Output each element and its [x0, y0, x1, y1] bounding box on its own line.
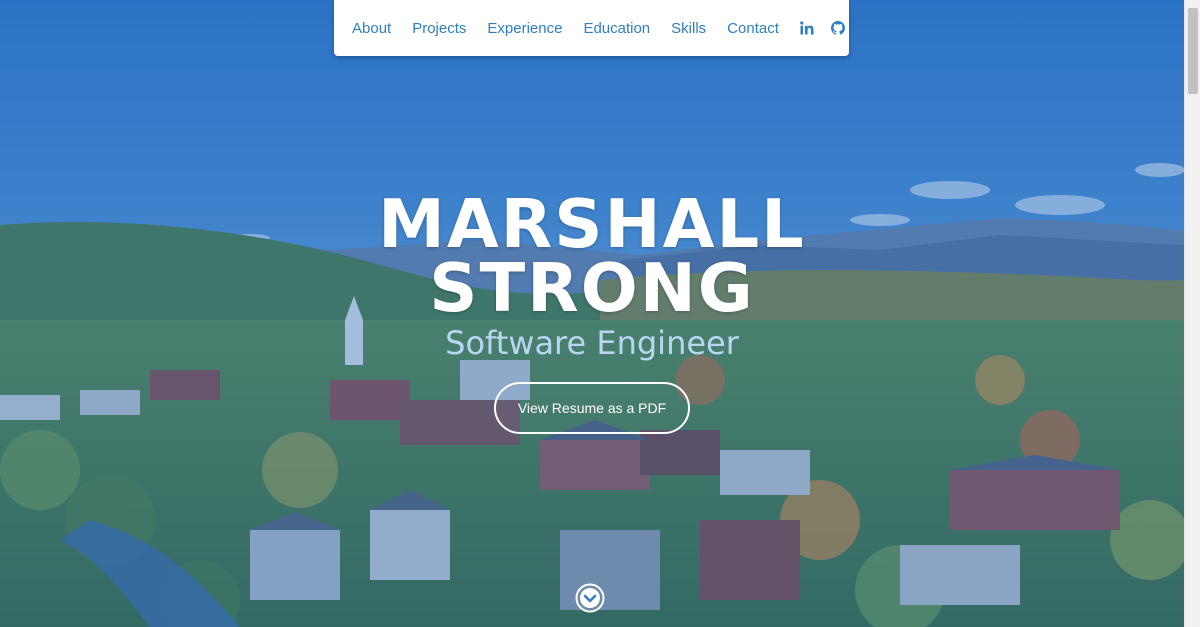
scrollbar-thumb[interactable]	[1188, 8, 1198, 94]
page-scrollbar[interactable]	[1184, 0, 1200, 627]
hero-name-last: STRONG	[429, 249, 755, 327]
github-icon[interactable]	[830, 20, 845, 36]
hero-subtitle: Software Engineer	[445, 324, 739, 362]
top-navbar: About Projects Experience Education Skil…	[334, 0, 849, 56]
nav-link-contact[interactable]: Contact	[727, 20, 779, 37]
nav-link-about[interactable]: About	[352, 20, 391, 37]
linkedin-icon[interactable]	[800, 20, 814, 36]
nav-link-experience[interactable]: Experience	[487, 20, 562, 37]
nav-link-education[interactable]: Education	[583, 20, 650, 37]
hero-name-first: MARSHALL	[378, 185, 806, 263]
hero-section: MARSHALL STRONG Software Engineer View R…	[0, 185, 1184, 434]
nav-link-projects[interactable]: Projects	[412, 20, 466, 37]
page: About Projects Experience Education Skil…	[0, 0, 1200, 627]
hero-name: MARSHALL STRONG	[0, 185, 1184, 327]
nav-link-skills[interactable]: Skills	[671, 20, 706, 37]
chevron-down-circle-icon[interactable]	[575, 583, 605, 613]
view-resume-button[interactable]: View Resume as a PDF	[493, 382, 691, 434]
